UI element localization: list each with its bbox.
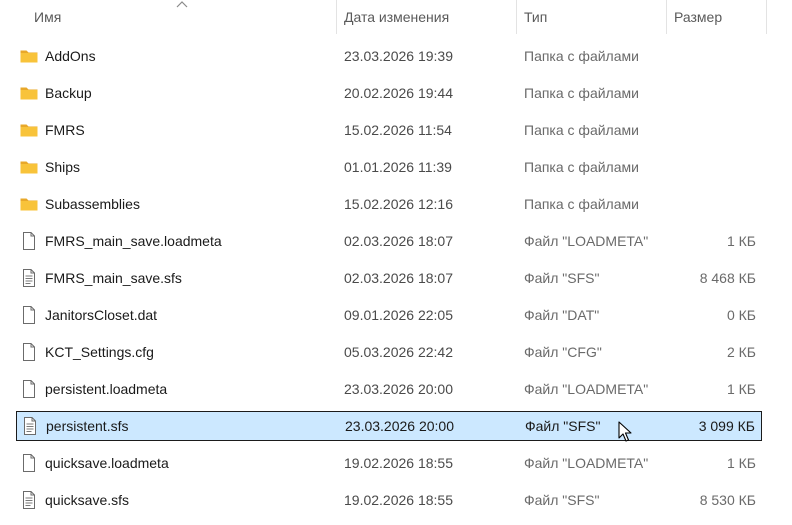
file-row[interactable]: FMRS 15.02.2026 11:54 Папка с файлами: [16, 115, 762, 145]
file-type: Папка с файлами: [524, 122, 639, 138]
file-type: Файл "LOADMETA": [524, 381, 649, 397]
file-row[interactable]: Backup 20.02.2026 19:44 Папка с файлами: [16, 78, 762, 108]
file-name: persistent.sfs: [46, 418, 129, 434]
file-name: quicksave.loadmeta: [45, 455, 169, 471]
file-type: Файл "DAT": [524, 307, 600, 323]
file-type: Файл "SFS": [524, 492, 600, 508]
file-size: 2 КБ: [726, 344, 756, 360]
text-file-icon: [20, 416, 40, 436]
file-type: Файл "SFS": [524, 270, 600, 286]
folder-icon: [19, 120, 39, 140]
file-size: 8 530 КБ: [699, 492, 756, 508]
file-name: Subassemblies: [45, 196, 140, 212]
file-name: AddOns: [45, 48, 96, 64]
folder-icon: [19, 83, 39, 103]
blank-file-icon: [19, 453, 39, 473]
file-name: Ships: [45, 159, 81, 175]
text-file-icon: [19, 268, 39, 288]
file-name: KCT_Settings.cfg: [45, 344, 154, 360]
file-name: JanitorsCloset.dat: [45, 307, 158, 323]
file-type: Файл "LOADMETA": [524, 233, 649, 249]
file-row-selected[interactable]: persistent.sfs 23.03.2026 20:00 Файл "SFS"…: [16, 411, 762, 441]
file-date-modified: 01.01.2026 11:39: [344, 159, 452, 175]
file-name: FMRS: [45, 122, 85, 138]
file-row[interactable]: FMRS_main_save.loadmeta 02.03.2026 18:07 Ф…: [16, 226, 762, 256]
file-date-modified: 02.03.2026 18:07: [344, 233, 453, 249]
blank-file-icon: [19, 231, 39, 251]
file-date-modified: 09.01.2026 22:05: [344, 307, 453, 323]
column-header-size[interactable]: Размер: [667, 0, 766, 34]
blank-file-icon: [19, 342, 39, 362]
file-date-modified: 15.02.2026 12:16: [344, 196, 453, 212]
folder-icon: [19, 157, 39, 177]
mouse-pointer-icon: [618, 421, 632, 442]
file-type: Папка с файлами: [524, 159, 639, 175]
file-row[interactable]: AddOns 23.03.2026 19:39 Папка с файлами: [16, 41, 762, 71]
file-row[interactable]: Subassemblies 15.02.2026 12:16 Папка с фай…: [16, 189, 762, 219]
file-date-modified: 05.03.2026 22:42: [344, 344, 453, 360]
file-date-modified: 19.02.2026 18:55: [344, 492, 453, 508]
file-row[interactable]: KCT_Settings.cfg 05.03.2026 22:42 Файл "CF…: [16, 337, 762, 367]
file-name: FMRS_main_save.sfs: [45, 270, 182, 286]
folder-icon: [19, 46, 39, 66]
file-size: 1 КБ: [726, 233, 756, 249]
file-type: Файл "LOADMETA": [524, 455, 649, 471]
file-row[interactable]: Ships 01.01.2026 11:39 Папка с файлами: [16, 152, 762, 182]
column-header-bar: Имя Дата изменения Тип Размер: [0, 0, 792, 34]
file-date-modified: 19.02.2026 18:55: [344, 455, 453, 471]
file-date-modified: 23.03.2026 20:00: [344, 381, 453, 397]
sort-ascending-icon: [176, 1, 188, 8]
blank-file-icon: [19, 379, 39, 399]
file-date-modified: 23.03.2026 19:39: [344, 48, 453, 64]
file-date-modified: 02.03.2026 18:07: [344, 270, 453, 286]
file-size: 1 КБ: [726, 381, 756, 397]
file-name: FMRS_main_save.loadmeta: [45, 233, 222, 249]
file-type: Папка с файлами: [524, 85, 639, 101]
file-row[interactable]: quicksave.loadmeta 19.02.2026 18:55 Файл "…: [16, 448, 762, 478]
file-type: Файл "CFG": [524, 344, 602, 360]
file-date-modified: 20.02.2026 19:44: [344, 85, 453, 101]
file-type: Папка с файлами: [524, 196, 639, 212]
blank-file-icon: [19, 305, 39, 325]
file-date-modified: 23.03.2026 20:00: [345, 418, 454, 434]
column-divider[interactable]: [766, 0, 767, 34]
file-size: 8 468 КБ: [699, 270, 756, 286]
file-row[interactable]: JanitorsCloset.dat 09.01.2026 22:05 Файл "…: [16, 300, 762, 330]
file-size: 1 КБ: [726, 455, 756, 471]
column-header-date[interactable]: Дата изменения: [337, 0, 516, 34]
file-date-modified: 15.02.2026 11:54: [344, 122, 452, 138]
file-type: Файл "SFS": [525, 418, 601, 434]
folder-icon: [19, 194, 39, 214]
file-type: Папка с файлами: [524, 48, 639, 64]
file-size: 0 КБ: [726, 307, 756, 323]
file-size: 3 099 КБ: [698, 418, 755, 434]
file-row[interactable]: FMRS_main_save.sfs 02.03.2026 18:07 Файл "…: [16, 263, 762, 293]
file-name: Backup: [45, 85, 92, 101]
file-name: persistent.loadmeta: [45, 381, 168, 397]
file-row[interactable]: persistent.loadmeta 23.03.2026 20:00 Файл …: [16, 374, 762, 404]
file-row[interactable]: quicksave.sfs 19.02.2026 18:55 Файл "SFS" 8…: [16, 485, 762, 515]
file-name: quicksave.sfs: [45, 492, 130, 508]
text-file-icon: [19, 490, 39, 510]
column-header-type[interactable]: Тип: [517, 0, 666, 34]
